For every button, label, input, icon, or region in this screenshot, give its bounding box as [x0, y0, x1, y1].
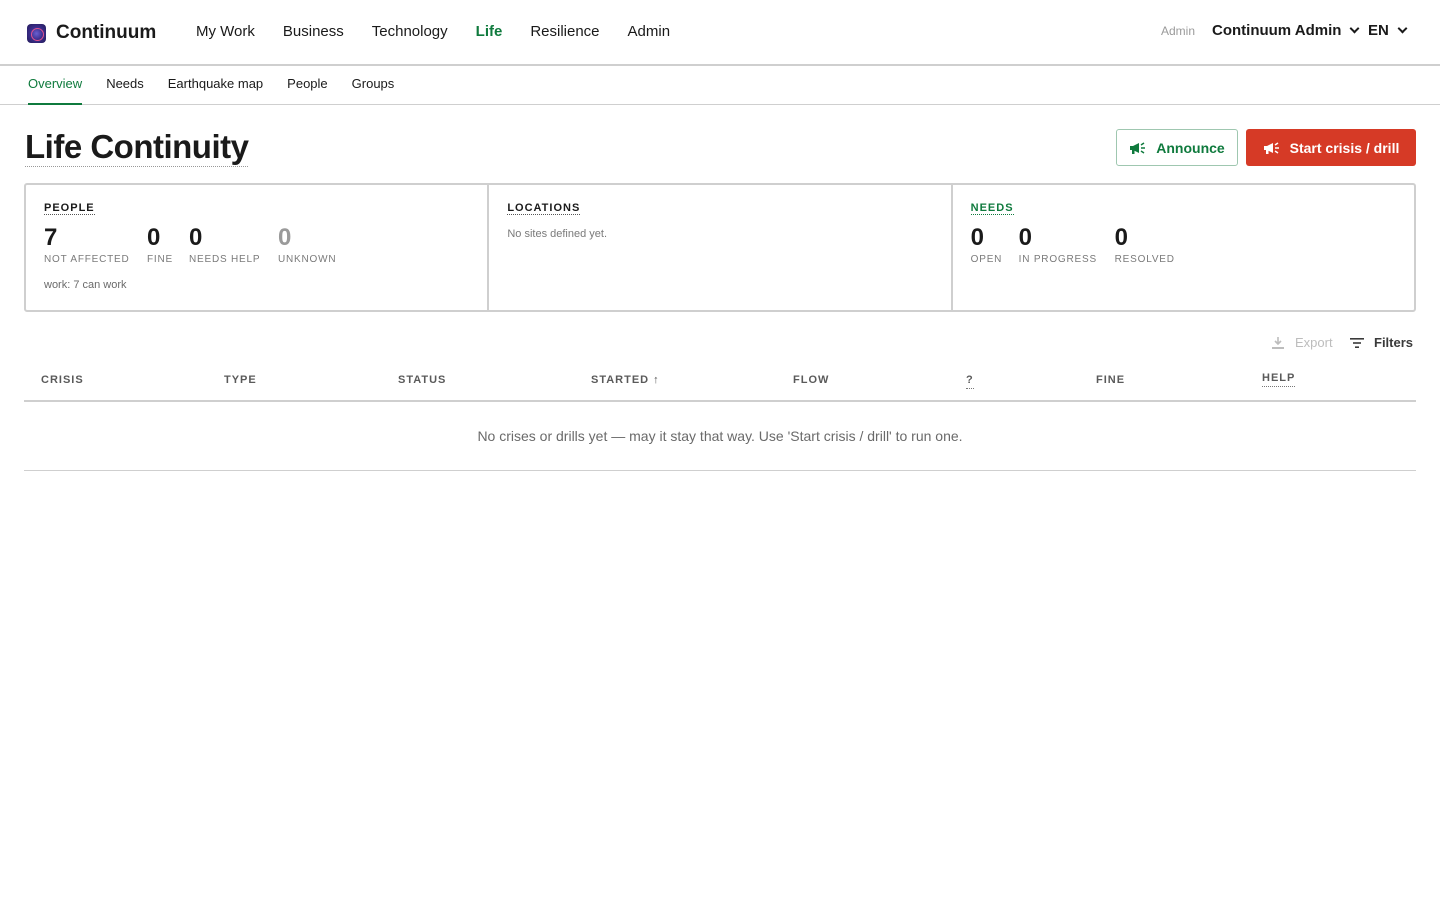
people-stats: PEOPLE 7 NOT AFFECTED 0 FINE 0 NEEDS HEL…	[26, 185, 490, 310]
start-crisis-label: Start crisis / drill	[1289, 139, 1400, 156]
metric-value: 0	[278, 224, 292, 251]
work-note: work: 7 can work	[44, 279, 127, 291]
main-nav: My Work Business Technology Life Resilie…	[196, 23, 698, 40]
table-empty-message: No crises or drills yet — may it stay th…	[477, 428, 963, 444]
metric-value: 0	[147, 224, 161, 251]
column-header-help[interactable]: HELP	[1262, 372, 1296, 387]
locations-stats: LOCATIONS No sites defined yet.	[489, 185, 953, 310]
tab-people[interactable]: People	[287, 76, 327, 105]
user-role-label: Admin	[1161, 24, 1196, 38]
column-header-crisis[interactable]: CRISIS	[41, 374, 84, 386]
megaphone-icon	[1130, 141, 1146, 154]
nav-item-admin[interactable]: Admin	[628, 23, 671, 40]
metric-label: IN PROGRESS	[1018, 254, 1097, 265]
column-header-status[interactable]: STATUS	[398, 374, 446, 386]
metric-in-progress: 0 IN PROGRESS	[1019, 224, 1097, 265]
metric-label: NOT AFFECTED	[44, 254, 130, 265]
metric-needs-help: 0 NEEDS HELP	[189, 224, 260, 265]
metric-value: 0	[189, 224, 203, 251]
language-menu[interactable]: EN	[1368, 22, 1408, 39]
metric-label: UNKNOWN	[278, 254, 337, 265]
top-bar: Continuum My Work Business Technology Li…	[0, 0, 1440, 66]
announce-button[interactable]: Announce	[1116, 129, 1238, 166]
column-header-started[interactable]: STARTED ↑	[591, 374, 660, 386]
export-label: Export	[1295, 335, 1333, 350]
metric-value: 7	[44, 224, 58, 251]
metric-resolved: 0 RESOLVED	[1115, 224, 1175, 265]
sub-nav: Overview Needs Earthquake map People Gro…	[0, 66, 1440, 105]
metric-label: OPEN	[970, 254, 1003, 265]
people-heading[interactable]: PEOPLE	[44, 202, 95, 215]
metric-value: 0	[1018, 224, 1033, 251]
start-crisis-button[interactable]: Start crisis / drill	[1246, 129, 1416, 166]
nav-item-technology[interactable]: Technology	[372, 23, 448, 40]
tab-groups[interactable]: Groups	[352, 76, 395, 105]
metric-label: FINE	[147, 254, 173, 265]
download-icon	[1272, 336, 1284, 349]
table-empty-row: No crises or drills yet — may it stay th…	[24, 402, 1416, 471]
metric-value: 0	[1114, 224, 1129, 251]
metric-label: RESOLVED	[1114, 254, 1175, 265]
column-header-flow[interactable]: FLOW	[793, 374, 829, 386]
nav-item-business[interactable]: Business	[283, 23, 344, 40]
metric-open: 0 OPEN	[971, 224, 1003, 265]
metric-label: NEEDS HELP	[189, 254, 261, 265]
table-header: CRISIS TYPE STATUS STARTED ↑ FLOW ? FINE …	[24, 360, 1416, 402]
chevron-down-icon	[1397, 23, 1408, 34]
column-header-fine[interactable]: FINE	[1096, 374, 1125, 386]
filters-button[interactable]: Filters	[1350, 335, 1413, 350]
column-header-unknown[interactable]: ?	[966, 374, 974, 389]
needs-stats: NEEDS 0 OPEN 0 IN PROGRESS 0 RESOLVED	[953, 185, 1414, 310]
brand-name: Continuum	[56, 22, 157, 43]
brand-logo-icon	[27, 23, 46, 43]
stats-card: PEOPLE 7 NOT AFFECTED 0 FINE 0 NEEDS HEL…	[24, 183, 1416, 312]
filter-icon	[1350, 337, 1364, 348]
export-button[interactable]: Export	[1271, 335, 1333, 350]
nav-item-life[interactable]: Life	[476, 23, 503, 40]
column-header-started-label: STARTED	[591, 374, 650, 386]
arrow-up-icon: ↑	[653, 374, 660, 386]
needs-heading[interactable]: NEEDS	[970, 202, 1014, 215]
locations-heading[interactable]: LOCATIONS	[507, 202, 581, 215]
metric-unknown: 0 UNKNOWN	[278, 224, 336, 265]
megaphone-icon	[1263, 141, 1279, 154]
tab-needs[interactable]: Needs	[106, 76, 144, 105]
metric-not-affected: 7 NOT AFFECTED	[44, 224, 130, 265]
metric-value: 0	[970, 224, 985, 251]
page-title: Life Continuity	[25, 128, 249, 167]
user-name: Continuum Admin	[1212, 22, 1342, 39]
brand[interactable]: Continuum	[27, 22, 156, 44]
metric-fine: 0 FINE	[147, 224, 173, 265]
user-menu[interactable]: Continuum Admin	[1212, 22, 1360, 39]
tab-earthquake-map[interactable]: Earthquake map	[168, 76, 263, 105]
column-header-type[interactable]: TYPE	[224, 374, 257, 386]
tab-overview[interactable]: Overview	[28, 76, 83, 105]
language-code: EN	[1368, 22, 1389, 39]
chevron-down-icon	[1349, 23, 1360, 34]
locations-empty-text: No sites defined yet.	[507, 228, 607, 240]
filters-label: Filters	[1374, 335, 1414, 350]
nav-item-my-work[interactable]: My Work	[196, 23, 255, 40]
nav-item-resilience[interactable]: Resilience	[530, 23, 599, 40]
announce-label: Announce	[1156, 139, 1225, 156]
